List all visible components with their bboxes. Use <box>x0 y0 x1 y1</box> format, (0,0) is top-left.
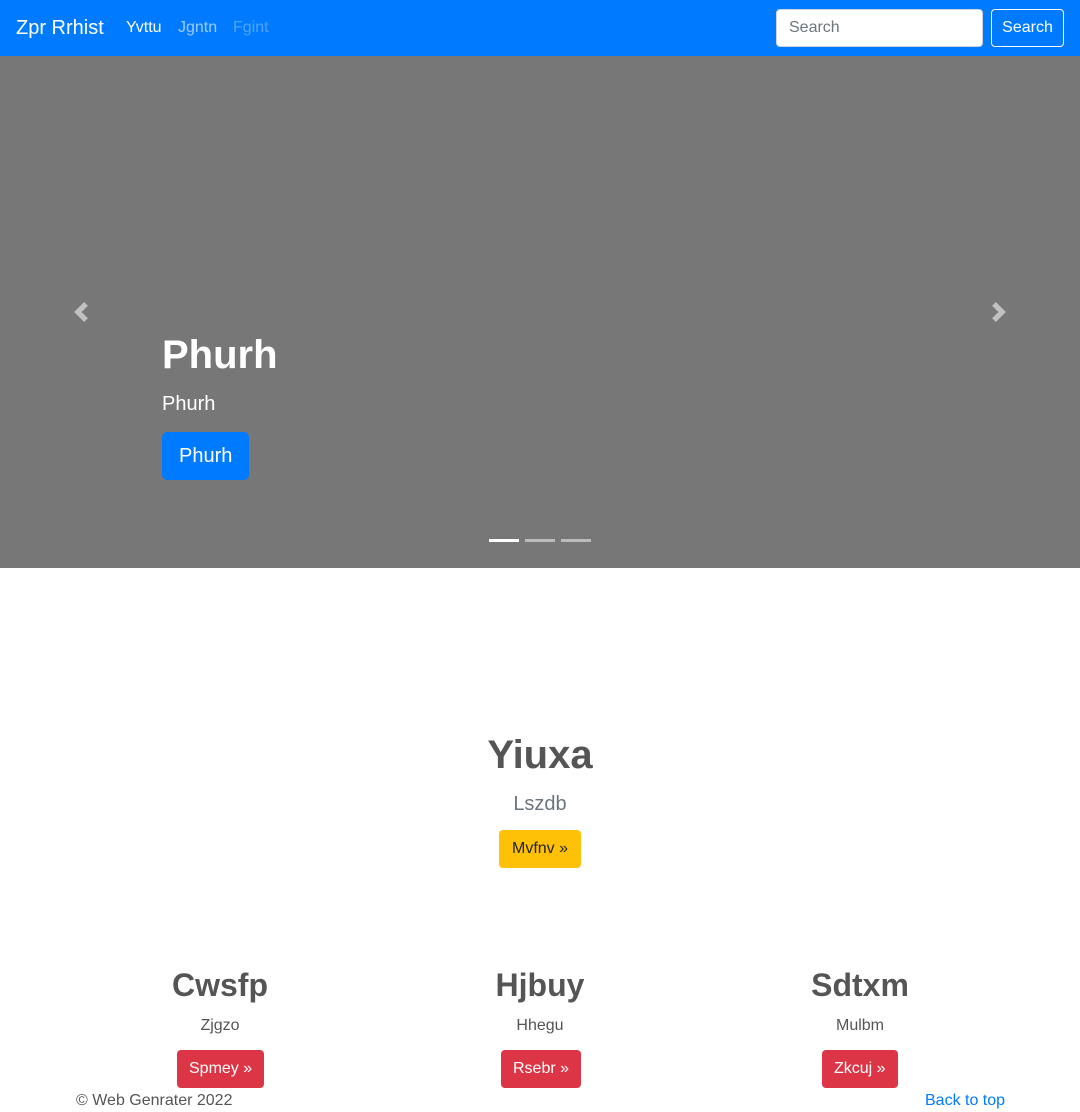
feature-heading: Cwsfp <box>172 967 268 1003</box>
feature-column-1: Cwsfp Zjgzo Spmey » <box>60 966 380 1088</box>
hero-lead: Lszdb <box>513 793 567 815</box>
feature-button-2[interactable]: Rsebr » <box>501 1050 582 1088</box>
carousel-text: Phurh <box>162 393 216 415</box>
carousel: Phurh Phurh Phurh <box>0 56 1080 568</box>
chevron-left-icon <box>74 302 88 322</box>
carousel-heading: Phurh <box>162 333 278 377</box>
nav-link-yvttu[interactable]: Yvttu <box>126 18 162 38</box>
navbar: Zpr Rrhist Yvttu Jgntn Fgint Search <box>0 0 1080 56</box>
feature-heading: Hjbuy <box>495 967 585 1003</box>
carousel-indicator-2[interactable] <box>525 539 555 542</box>
carousel-cta-button[interactable]: Phurh <box>162 432 250 480</box>
feature-button-1[interactable]: Spmey » <box>177 1050 265 1088</box>
feature-button-3[interactable]: Zkcuj » <box>822 1050 898 1088</box>
search-input[interactable] <box>776 9 983 47</box>
carousel-indicator-1[interactable] <box>489 539 519 542</box>
search-button[interactable]: Search <box>991 9 1064 47</box>
feature-column-2: Hjbuy Hhegu Rsebr » <box>380 966 700 1088</box>
nav-link-fgint: Fgint <box>233 19 269 36</box>
carousel-caption: Phurh Phurh Phurh <box>162 332 918 480</box>
hero-section: Yiuxa Lszdb Mvfnv » <box>0 732 1080 868</box>
carousel-next-button[interactable] <box>918 56 1080 568</box>
feature-column-3: Sdtxm Mulbm Zkcuj » <box>700 966 1020 1088</box>
feature-text: Hhegu <box>516 1017 564 1034</box>
carousel-prev-button[interactable] <box>0 56 162 568</box>
feature-heading: Sdtxm <box>811 967 909 1003</box>
chevron-right-icon <box>992 302 1006 322</box>
feature-text: Mulbm <box>835 1017 884 1034</box>
nav-link-jgntn[interactable]: Jgntn <box>178 18 217 38</box>
feature-text: Zjgzo <box>200 1017 240 1034</box>
brand-link[interactable]: Zpr Rrhist <box>16 15 104 41</box>
footer-copyright: © Web Genrater 2022 <box>76 1092 233 1109</box>
back-to-top-link[interactable]: Back to top <box>925 1091 1005 1111</box>
carousel-indicator-3[interactable] <box>561 539 591 542</box>
hero-heading: Yiuxa <box>487 733 593 777</box>
hero-button[interactable]: Mvfnv » <box>499 830 581 868</box>
carousel-indicators <box>0 539 1080 542</box>
